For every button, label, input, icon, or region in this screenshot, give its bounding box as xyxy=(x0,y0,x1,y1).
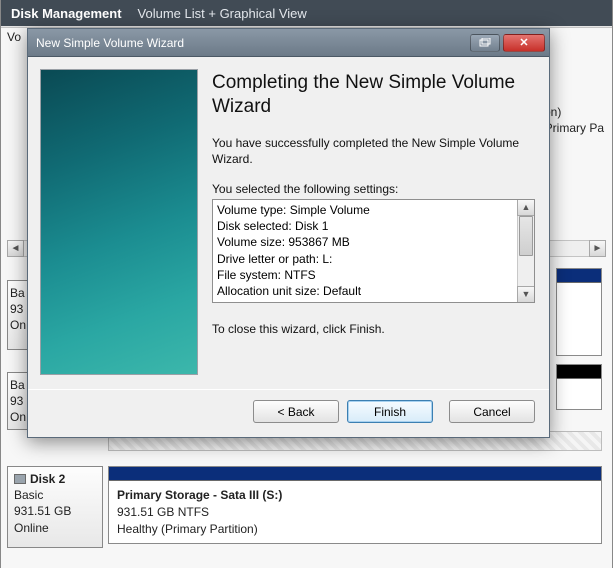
text-fragment: Ba xyxy=(10,285,28,301)
scroll-up-button[interactable]: ▲ xyxy=(517,199,535,216)
scroll-left-button[interactable]: ◄ xyxy=(7,240,24,257)
scroll-right-button[interactable]: ► xyxy=(589,240,606,257)
settings-line: Disk selected: Disk 1 xyxy=(217,218,530,234)
dialog-titlebar[interactable]: New Simple Volume Wizard ✕ xyxy=(28,29,549,57)
settings-line: File system: NTFS xyxy=(217,267,530,283)
volume-strip-header xyxy=(557,269,601,283)
volume-strip-disk2[interactable]: Primary Storage - Sata III (S:) 931.51 G… xyxy=(108,466,602,544)
wizard-dialog: New Simple Volume Wizard ✕ Completing th… xyxy=(27,28,550,438)
disk-icon xyxy=(14,474,26,484)
volume-strip-fragment xyxy=(556,268,602,356)
dialog-paragraph: You have successfully completed the New … xyxy=(212,135,535,167)
dialog-paragraph: You selected the following settings: xyxy=(212,181,535,197)
scroll-thumb[interactable] xyxy=(519,216,533,256)
volume-strip-header xyxy=(557,365,601,379)
text-fragment: On xyxy=(10,409,28,425)
text-fragment: On xyxy=(10,317,28,333)
volume-strip-body xyxy=(557,379,601,409)
volume-strip-body: Primary Storage - Sata III (S:) 931.51 G… xyxy=(109,481,601,543)
disk-size: 931.51 GB xyxy=(14,503,96,519)
window-close-button[interactable]: ✕ xyxy=(503,34,545,52)
disk-type: Basic xyxy=(14,487,96,503)
window-restore-icon xyxy=(479,38,491,48)
volume-size-fs: 931.51 GB NTFS xyxy=(117,505,209,519)
cancel-button[interactable]: Cancel xyxy=(449,400,535,423)
app-header: Disk Management Volume List + Graphical … xyxy=(1,0,612,26)
dialog-title: New Simple Volume Wizard xyxy=(36,36,470,50)
disk-name: Disk 2 xyxy=(30,471,65,487)
volume-strip-fragment xyxy=(556,364,602,410)
text-fragment: 93 xyxy=(10,393,28,409)
volume-strip-body xyxy=(557,283,601,355)
dialog-main: Completing the New Simple Volume Wizard … xyxy=(212,69,535,375)
app-title: Disk Management xyxy=(11,6,122,21)
volume-health: Healthy (Primary Partition) xyxy=(117,522,258,536)
wizard-side-graphic xyxy=(40,69,198,375)
text-fragment: Ba xyxy=(10,377,28,393)
settings-line: Allocation unit size: Default xyxy=(217,283,530,299)
settings-line: Drive letter or path: L: xyxy=(217,251,530,267)
finish-button[interactable]: Finish xyxy=(347,400,433,423)
scroll-track[interactable] xyxy=(518,257,534,287)
dialog-separator xyxy=(28,389,549,390)
view-label: Volume List + Graphical View xyxy=(138,6,307,21)
volume-title: Primary Storage - Sata III (S:) xyxy=(117,488,282,502)
disk-card-disk2[interactable]: Disk 2 Basic 931.51 GB Online xyxy=(7,466,103,548)
text-fragment: 93 xyxy=(10,301,28,317)
dialog-footer: < Back Finish Cancel xyxy=(28,400,549,437)
disk-status: Online xyxy=(14,520,96,536)
settings-line: Volume type: Simple Volume xyxy=(217,202,530,218)
scroll-down-button[interactable]: ▼ xyxy=(517,286,535,303)
settings-line: Volume size: 953867 MB xyxy=(217,234,530,250)
dialog-paragraph: To close this wizard, click Finish. xyxy=(212,321,535,337)
settings-listbox[interactable]: Volume type: Simple Volume Disk selected… xyxy=(212,199,535,303)
window-help-button[interactable] xyxy=(470,34,500,52)
volume-strip-header xyxy=(109,467,601,481)
listbox-scrollbar[interactable]: ▲ ▼ xyxy=(517,200,534,302)
close-icon: ✕ xyxy=(519,36,528,49)
volume-header-fragment: Vo xyxy=(7,30,21,44)
dialog-heading: Completing the New Simple Volume Wizard xyxy=(212,71,535,119)
dialog-body: Completing the New Simple Volume Wizard … xyxy=(28,57,549,375)
back-button[interactable]: < Back xyxy=(253,400,339,423)
settings-line: Volume label: Drive We Cleaned xyxy=(217,299,530,303)
content-area: Vo tion) , Primary Pa ◄ ► Ba 93 On Ba 93… xyxy=(1,28,612,568)
